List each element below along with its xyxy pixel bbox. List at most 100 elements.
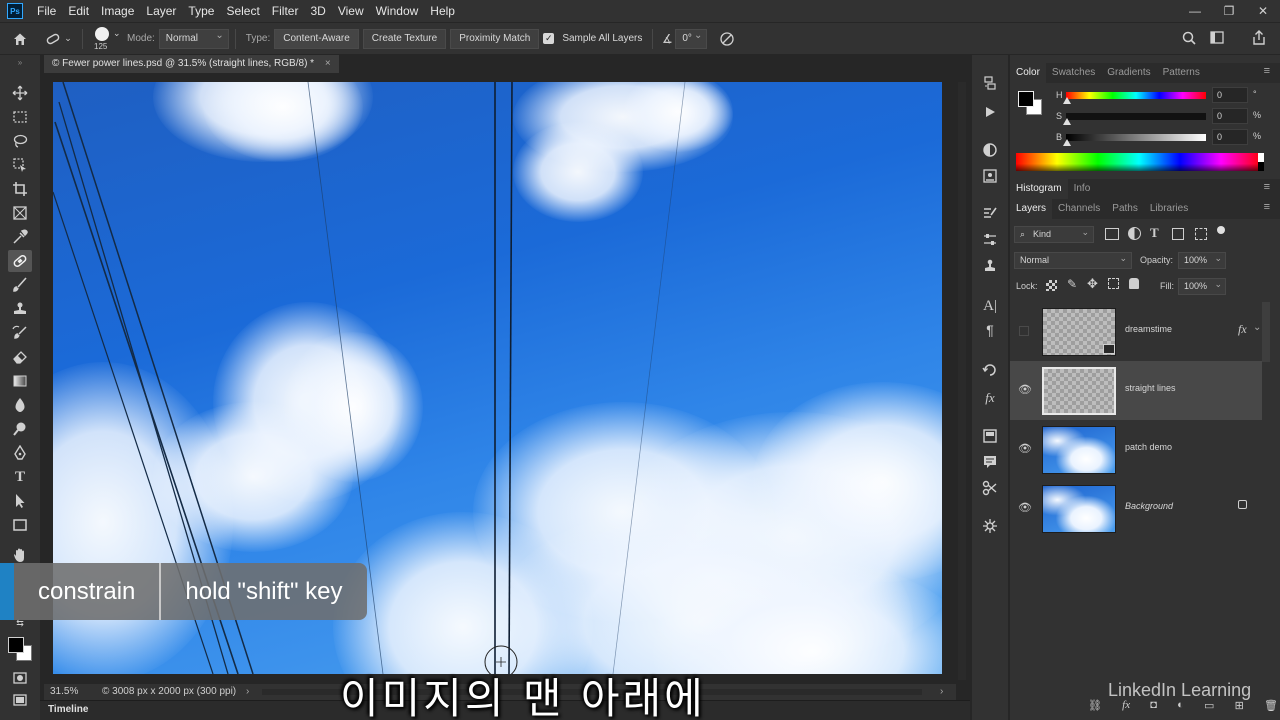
- tab-color[interactable]: Color: [1010, 63, 1046, 83]
- tab-swatches[interactable]: Swatches: [1046, 63, 1101, 83]
- glyphs-icon[interactable]: [978, 515, 1002, 537]
- blur-tool-icon[interactable]: [8, 394, 32, 416]
- eye-icon[interactable]: 👁: [1018, 442, 1032, 455]
- color-spectrum-bar[interactable]: [1016, 153, 1262, 171]
- search-icon[interactable]: [1182, 31, 1196, 45]
- screen-mode-icon[interactable]: [8, 689, 32, 711]
- menu-help[interactable]: Help: [424, 0, 461, 22]
- blend-mode-select[interactable]: Normal ⌄: [1014, 252, 1132, 269]
- filter-shape-layer-icon[interactable]: [1172, 228, 1184, 240]
- restore-button[interactable]: ❐: [1212, 0, 1246, 22]
- tab-libraries[interactable]: Libraries: [1144, 199, 1194, 219]
- menu-3d[interactable]: 3D: [304, 0, 331, 22]
- angle-input[interactable]: 0°: [675, 27, 708, 49]
- new-adjustment-icon[interactable]: ◐: [1177, 699, 1184, 715]
- opacity-input[interactable]: 100% ⌄: [1178, 252, 1226, 269]
- eye-icon[interactable]: 👁: [1018, 501, 1032, 514]
- adjustments-icon[interactable]: [978, 139, 1002, 161]
- menu-view[interactable]: View: [332, 0, 370, 22]
- share-icon[interactable]: [1252, 30, 1266, 46]
- object-selection-tool-icon[interactable]: [8, 154, 32, 176]
- sample-all-layers-checkbox[interactable]: ✓: [543, 33, 555, 44]
- brightness-value[interactable]: 0: [1212, 129, 1248, 145]
- lasso-tool-icon[interactable]: [8, 130, 32, 152]
- brush-size-picker[interactable]: 125 ⌄: [89, 24, 123, 54]
- tab-info[interactable]: Info: [1068, 179, 1097, 199]
- crop-tool-icon[interactable]: [8, 178, 32, 200]
- type-tool-icon[interactable]: T: [8, 466, 32, 488]
- delete-layer-icon[interactable]: 🗑: [1264, 699, 1278, 715]
- lock-all-icon[interactable]: [1129, 278, 1139, 289]
- close-tab-icon[interactable]: ×: [325, 58, 331, 69]
- lock-position-icon[interactable]: ✥: [1087, 276, 1098, 292]
- libraries-icon[interactable]: [978, 425, 1002, 447]
- layer-name[interactable]: dreamstime: [1125, 324, 1172, 334]
- brightness-slider[interactable]: [1066, 134, 1206, 141]
- clone-stamp-tool-icon[interactable]: [8, 298, 32, 320]
- layer-row-background[interactable]: 👁 Background: [1010, 479, 1262, 538]
- properties-icon[interactable]: [978, 165, 1002, 187]
- content-aware-button[interactable]: Content-Aware: [274, 28, 359, 49]
- healing-brush-tool-preset-icon[interactable]: ⌄: [40, 32, 76, 46]
- tab-paths[interactable]: Paths: [1106, 199, 1144, 219]
- brightness-slider-knob[interactable]: [1063, 139, 1071, 146]
- zoom-level[interactable]: 31.5%: [50, 684, 78, 700]
- foreground-color-swatch[interactable]: [8, 637, 24, 653]
- pressure-size-icon[interactable]: [707, 31, 747, 47]
- close-window-button[interactable]: ✕: [1246, 0, 1280, 22]
- layer-name[interactable]: Background: [1125, 501, 1173, 511]
- collapse-icon[interactable]: »: [8, 57, 32, 67]
- menu-window[interactable]: Window: [370, 0, 425, 22]
- dodge-tool-icon[interactable]: [8, 418, 32, 440]
- lock-pixels-icon[interactable]: ✎: [1067, 277, 1077, 291]
- menu-image[interactable]: Image: [95, 0, 140, 22]
- tab-gradients[interactable]: Gradients: [1101, 63, 1156, 83]
- pen-tool-icon[interactable]: [8, 442, 32, 464]
- brush-tool-icon[interactable]: [8, 274, 32, 296]
- spot-healing-brush-tool-icon[interactable]: [8, 250, 32, 272]
- hue-slider[interactable]: [1066, 92, 1206, 99]
- panel-menu-icon[interactable]: ≡: [1264, 65, 1270, 77]
- layer-filter-kind-select[interactable]: ⌕ Kind ⌄: [1014, 226, 1094, 243]
- layer-name[interactable]: patch demo: [1125, 442, 1172, 452]
- workspace-icon[interactable]: [1210, 31, 1226, 45]
- document-tab[interactable]: © Fewer power lines.psd @ 31.5% (straigh…: [44, 55, 339, 73]
- create-texture-button[interactable]: Create Texture: [362, 28, 447, 49]
- clone-source-icon[interactable]: [978, 255, 1002, 277]
- layers-scrollbar[interactable]: [1262, 302, 1270, 362]
- vertical-scrollbar[interactable]: [958, 82, 966, 680]
- add-mask-icon[interactable]: ◘: [1150, 699, 1157, 715]
- visibility-toggle-off[interactable]: [1019, 326, 1029, 336]
- foreground-color-chip[interactable]: [1018, 91, 1034, 107]
- hue-slider-knob[interactable]: [1063, 97, 1071, 104]
- eye-icon[interactable]: 👁: [1018, 383, 1032, 396]
- lock-icon[interactable]: [1238, 500, 1247, 509]
- saturation-value[interactable]: 0: [1212, 108, 1248, 124]
- eyedropper-tool-icon[interactable]: [8, 226, 32, 248]
- brush-settings-icon[interactable]: [978, 203, 1002, 225]
- menu-type[interactable]: Type: [182, 0, 220, 22]
- quick-mask-icon[interactable]: [8, 667, 32, 689]
- home-icon[interactable]: [0, 32, 40, 46]
- scissors-icon[interactable]: [978, 477, 1002, 499]
- menu-edit[interactable]: Edit: [62, 0, 95, 22]
- status-menu-arrow-icon[interactable]: ›: [246, 684, 249, 700]
- menu-select[interactable]: Select: [220, 0, 265, 22]
- new-layer-icon[interactable]: ⊞: [1235, 699, 1244, 715]
- fill-input[interactable]: 100% ⌄: [1178, 278, 1226, 295]
- history-brush-tool-icon[interactable]: [8, 322, 32, 344]
- tab-patterns[interactable]: Patterns: [1157, 63, 1206, 83]
- menu-filter[interactable]: Filter: [266, 0, 305, 22]
- filter-type-layer-icon[interactable]: T: [1150, 225, 1159, 241]
- expand-effects-icon[interactable]: ⌄: [1253, 322, 1261, 333]
- history-icon[interactable]: [978, 73, 1002, 95]
- actions-play-icon[interactable]: [978, 101, 1002, 123]
- proximity-match-button[interactable]: Proximity Match: [450, 28, 540, 49]
- filter-adjustment-layer-icon[interactable]: [1128, 227, 1141, 240]
- filter-toggle-icon[interactable]: [1217, 226, 1225, 234]
- lock-transparency-icon[interactable]: [1046, 280, 1057, 291]
- layer-row-dreamstime[interactable]: dreamstime fx ⌄: [1010, 302, 1262, 361]
- 3d-rotate-icon[interactable]: [978, 359, 1002, 381]
- eraser-tool-icon[interactable]: [8, 346, 32, 368]
- add-style-fx-icon[interactable]: fx: [1122, 699, 1130, 715]
